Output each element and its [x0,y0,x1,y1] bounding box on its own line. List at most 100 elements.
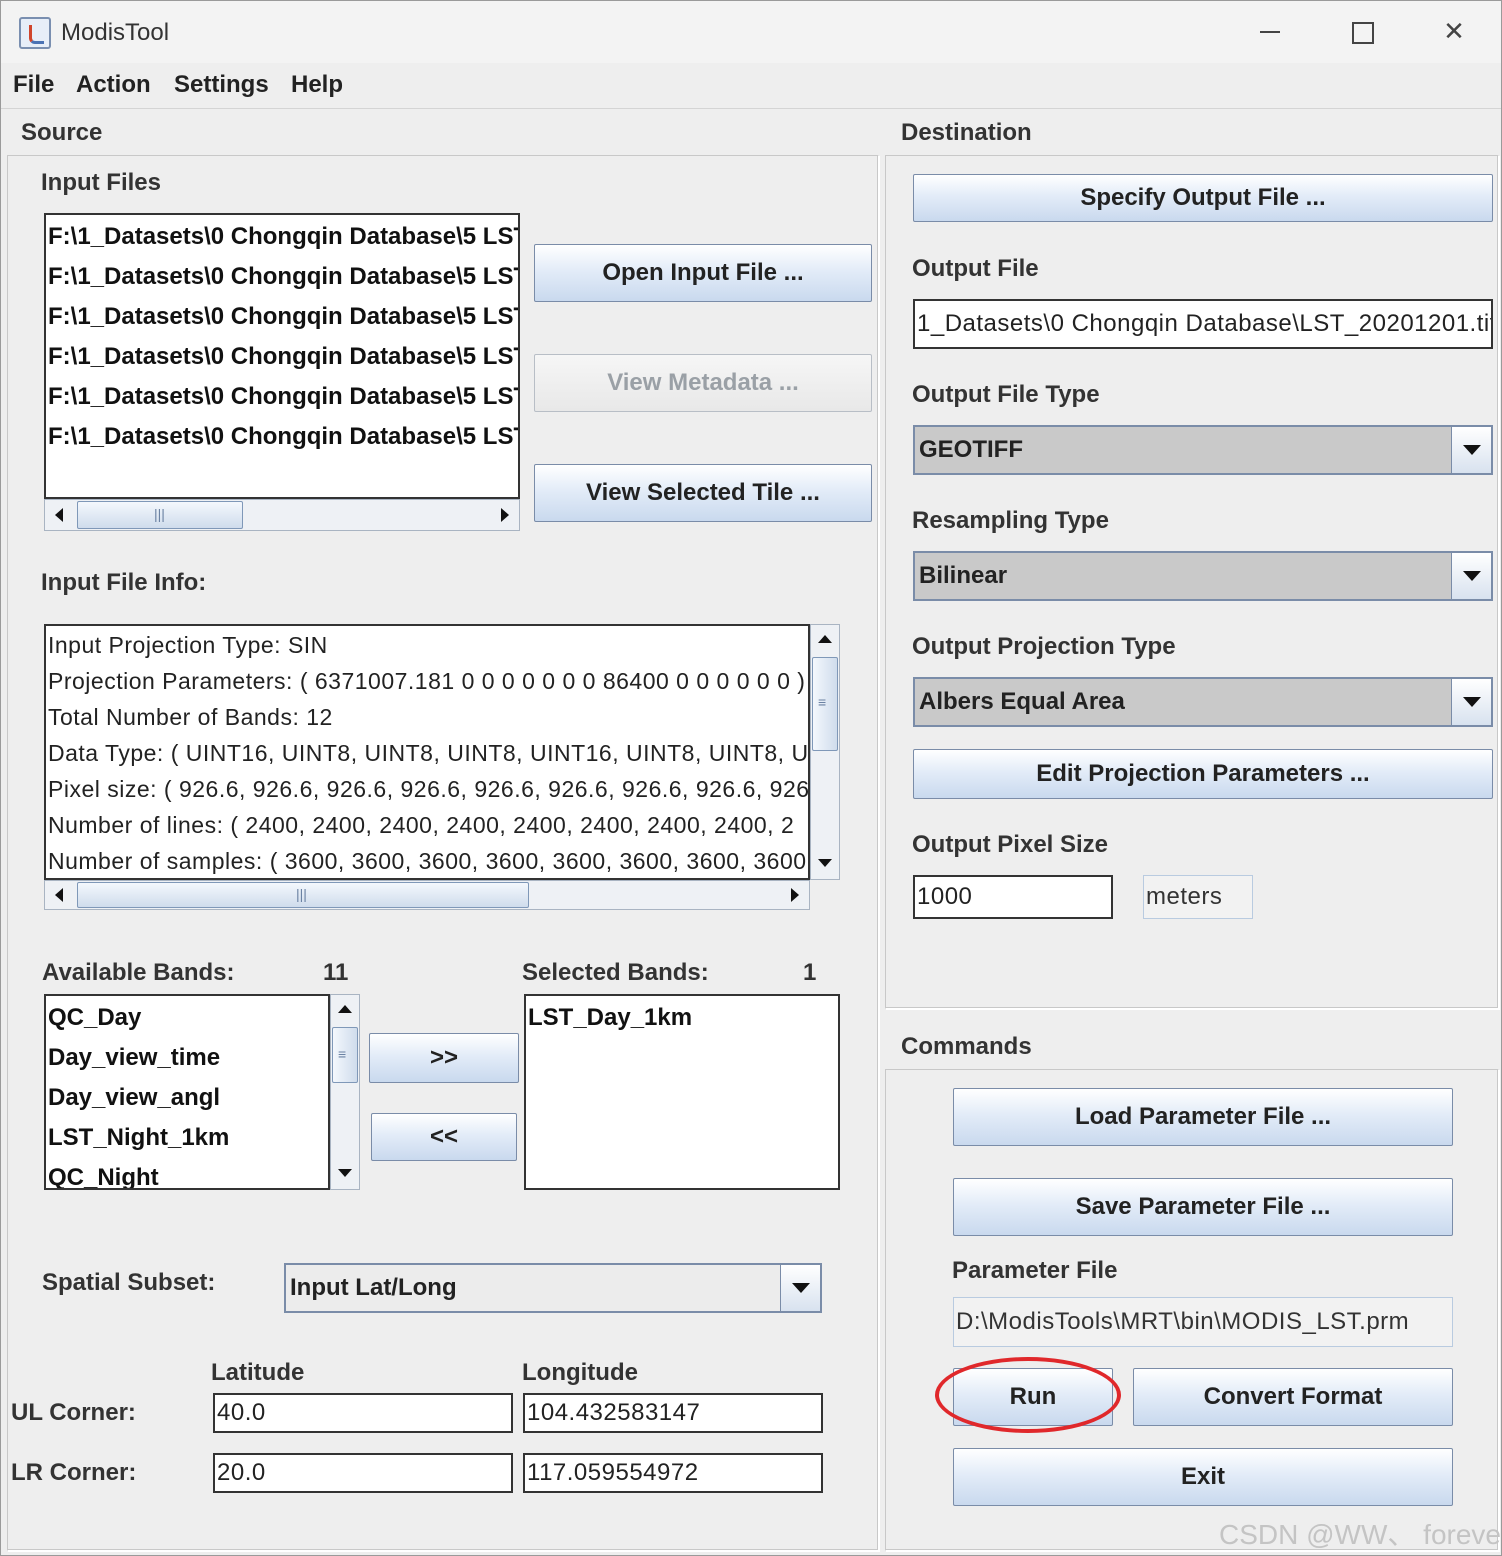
output-projection-type-select[interactable]: Albers Equal Area [913,677,1493,727]
chevron-down-icon[interactable] [780,1265,820,1311]
available-bands-label: Available Bands: [42,959,235,986]
add-band-button[interactable]: >> [369,1033,519,1083]
source-title: Source [21,119,103,146]
scroll-thumb[interactable]: ||| [77,882,529,908]
info-line: Pixel size: ( 926.6, 926.6, 926.6, 926.6… [48,776,810,802]
menu-bar: File Action Settings Help [1,63,1501,109]
resampling-type-select[interactable]: Bilinear [913,551,1493,601]
output-file-type-label: Output File Type [912,381,1100,408]
open-input-file-button[interactable]: Open Input File ... [534,244,872,302]
info-line: Input Projection Type: SIN [48,632,328,658]
edit-projection-parameters-button[interactable]: Edit Projection Parameters ... [913,749,1493,799]
available-bands-count: 11 [323,959,349,986]
title-bar: ModisTool ✕ [1,1,1501,63]
scroll-right-arrow-icon[interactable] [501,508,509,522]
available-bands-vscrollbar[interactable]: ≡ [330,994,360,1190]
commands-title: Commands [901,1033,1032,1060]
list-item[interactable]: LST_Night_1km [48,1124,229,1152]
info-vscrollbar[interactable]: ≡ [810,624,840,880]
longitude-label: Longitude [522,1359,638,1386]
view-selected-tile-button[interactable]: View Selected Tile ... [534,464,872,522]
output-pixel-size-label: Output Pixel Size [912,831,1109,858]
list-item[interactable]: F:\1_Datasets\0 Chongqin Database\5 LST [48,423,518,451]
maximize-button[interactable] [1336,11,1386,51]
lr-corner-label: LR Corner: [11,1459,137,1486]
scroll-left-arrow-icon[interactable] [55,508,63,522]
list-item[interactable]: F:\1_Datasets\0 Chongqin Database\5 LST [48,303,518,331]
input-files-hscrollbar[interactable]: ||| [44,499,520,531]
scroll-down-arrow-icon[interactable] [338,1169,352,1177]
spatial-subset-select[interactable]: Input Lat/Long [284,1263,822,1313]
java-app-icon [19,17,51,49]
menu-file[interactable]: File [13,71,54,99]
ul-longitude-field[interactable]: 104.432583147 [523,1393,823,1433]
input-files-list[interactable]: F:\1_Datasets\0 Chongqin Database\5 LST … [44,213,520,499]
selected-bands-count: 1 [803,959,817,986]
list-item[interactable]: Day_view_angl [48,1084,220,1112]
scroll-right-arrow-icon[interactable] [791,888,799,902]
specify-output-file-button[interactable]: Specify Output File ... [913,174,1493,222]
chevron-down-icon[interactable] [1451,553,1491,599]
view-metadata-button[interactable]: View Metadata ... [534,354,872,412]
parameter-file-label: Parameter File [952,1257,1118,1284]
modistool-window: ModisTool ✕ File Action Settings Help So… [0,0,1502,1556]
menu-help[interactable]: Help [291,71,343,99]
scroll-thumb[interactable]: ≡ [812,657,838,751]
output-file-type-select[interactable]: GEOTIFF [913,425,1493,475]
spatial-subset-label: Spatial Subset: [42,1269,216,1296]
list-item[interactable]: F:\1_Datasets\0 Chongqin Database\5 LST [48,263,518,291]
list-item[interactable]: F:\1_Datasets\0 Chongqin Database\5 LST [48,383,518,411]
info-line: Number of samples: ( 3600, 3600, 3600, 3… [48,848,807,874]
exit-button[interactable]: Exit [953,1448,1453,1506]
available-bands-list[interactable]: QC_Day Day_view_time Day_view_angl LST_N… [44,994,330,1190]
pixel-size-unit: meters [1143,875,1253,919]
info-line: Number of lines: ( 2400, 2400, 2400, 240… [48,812,795,838]
parameter-file-field: D:\ModisTools\MRT\bin\MODIS_LST.prm [953,1297,1453,1347]
window-title: ModisTool [61,19,170,46]
input-file-info-label: Input File Info: [41,569,207,596]
menu-settings[interactable]: Settings [174,71,269,99]
load-parameter-file-button[interactable]: Load Parameter File ... [953,1088,1453,1146]
info-line: Total Number of Bands: 12 [48,704,333,730]
input-file-info-text[interactable]: Input Projection Type: SIN Projection Pa… [44,624,810,880]
list-item[interactable]: LST_Day_1km [528,1004,692,1032]
latitude-label: Latitude [211,1359,305,1386]
remove-band-button[interactable]: << [371,1113,517,1161]
scroll-thumb[interactable]: ≡ [332,1027,358,1083]
scroll-down-arrow-icon[interactable] [818,859,832,867]
output-file-field[interactable]: 1_Datasets\0 Chongqin Database\LST_20201… [913,299,1493,349]
list-item[interactable]: F:\1_Datasets\0 Chongqin Database\5 LST [48,223,518,251]
scroll-up-arrow-icon[interactable] [338,1005,352,1013]
selected-bands-list[interactable]: LST_Day_1km [524,994,840,1190]
ul-corner-label: UL Corner: [11,1399,136,1426]
convert-format-button[interactable]: Convert Format [1133,1368,1453,1426]
list-item[interactable]: QC_Night [48,1164,159,1188]
save-parameter-file-button[interactable]: Save Parameter File ... [953,1178,1453,1236]
list-item[interactable]: QC_Day [48,1004,141,1032]
destination-title: Destination [901,119,1032,146]
output-file-label: Output File [912,255,1039,282]
watermark: CSDN @WW、 forever [1219,1519,1502,1550]
output-pixel-size-field[interactable]: 1000 [913,875,1113,919]
ul-latitude-field[interactable]: 40.0 [213,1393,513,1433]
chevron-down-icon[interactable] [1451,679,1491,725]
chevron-down-icon[interactable] [1451,427,1491,473]
close-button[interactable]: ✕ [1429,11,1479,51]
list-item[interactable]: Day_view_time [48,1044,220,1072]
scroll-thumb[interactable]: ||| [77,501,243,529]
lr-longitude-field[interactable]: 117.059554972 [523,1453,823,1493]
scroll-left-arrow-icon[interactable] [55,888,63,902]
run-highlight-annotation [935,1357,1121,1433]
minimize-button[interactable] [1246,11,1296,51]
scroll-up-arrow-icon[interactable] [818,635,832,643]
info-line: Data Type: ( UINT16, UINT8, UINT8, UINT8… [48,740,810,766]
output-projection-type-label: Output Projection Type [912,633,1176,660]
menu-action[interactable]: Action [76,71,151,99]
info-line: Projection Parameters: ( 6371007.181 0 0… [48,668,806,694]
input-files-label: Input Files [41,169,161,196]
info-hscrollbar[interactable]: ||| [44,880,810,910]
lr-latitude-field[interactable]: 20.0 [213,1453,513,1493]
list-item[interactable]: F:\1_Datasets\0 Chongqin Database\5 LST [48,343,518,371]
selected-bands-label: Selected Bands: [522,959,709,986]
resampling-type-label: Resampling Type [912,507,1109,534]
